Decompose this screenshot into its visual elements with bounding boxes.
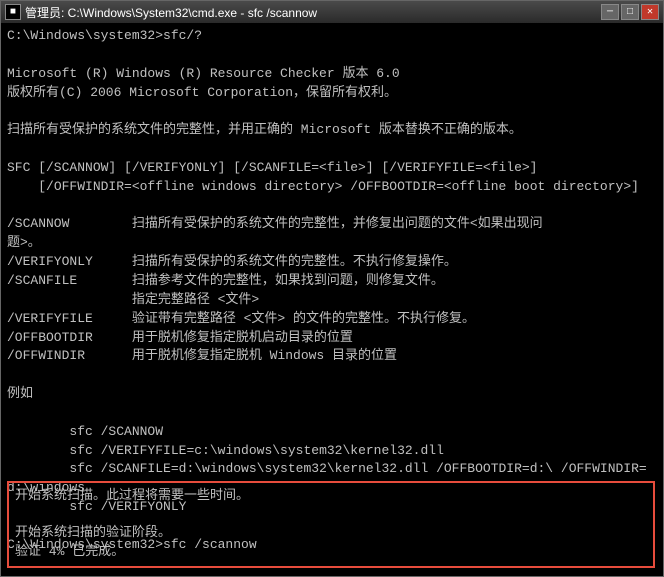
minimize-button[interactable]: ─	[601, 4, 619, 20]
title-bar-left: ■ 管理员: C:\Windows\System32\cmd.exe - sfc…	[5, 4, 317, 21]
cmd-window: ■ 管理员: C:\Windows\System32\cmd.exe - sfc…	[0, 0, 664, 577]
highlight-text: 开始系统扫描。此过程将需要一些时间。 开始系统扫描的验证阶段。 验证 4% 已完…	[15, 487, 647, 562]
close-button[interactable]: ✕	[641, 4, 659, 20]
maximize-button[interactable]: □	[621, 4, 639, 20]
window-controls: ─ □ ✕	[601, 4, 659, 20]
window-title: 管理员: C:\Windows\System32\cmd.exe - sfc /…	[25, 4, 317, 21]
console-body: C:\Windows\system32>sfc/? Microsoft (R) …	[1, 23, 663, 576]
console-main-text: C:\Windows\system32>sfc/? Microsoft (R) …	[7, 27, 657, 555]
highlight-region: 开始系统扫描。此过程将需要一些时间。 开始系统扫描的验证阶段。 验证 4% 已完…	[7, 481, 655, 568]
title-bar: ■ 管理员: C:\Windows\System32\cmd.exe - sfc…	[1, 1, 663, 23]
cmd-icon: ■	[5, 4, 21, 20]
